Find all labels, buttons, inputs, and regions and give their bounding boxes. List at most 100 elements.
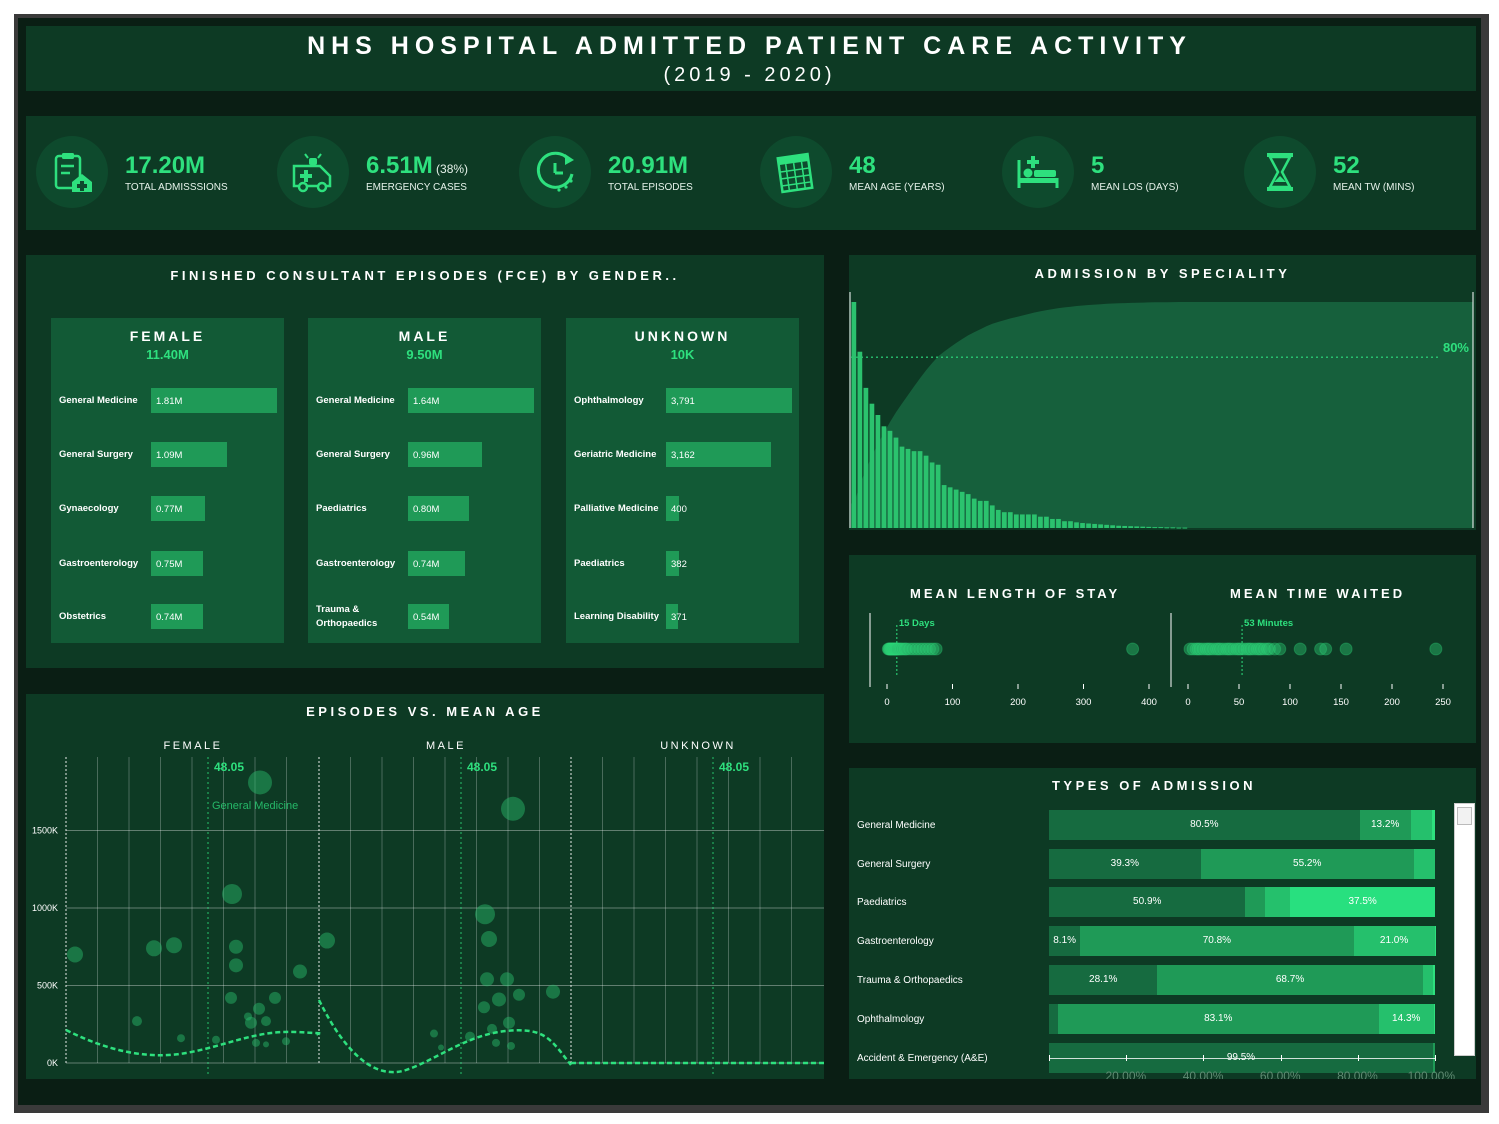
speciality-bar: [983, 500, 989, 528]
speciality-bar: [1134, 526, 1140, 528]
admission-segment: 13.2%: [1359, 810, 1411, 840]
fce-bar-value: 3,162: [671, 449, 695, 461]
scatter-point: [212, 1035, 220, 1044]
los-tick-label: 300: [1076, 697, 1092, 708]
kpi-value: 52: [1333, 152, 1360, 180]
clock-icon: [536, 151, 574, 192]
scrollbar-thumb[interactable]: [1457, 807, 1472, 825]
admission-segment-label: 21.0%: [1379, 935, 1409, 946]
speciality-bar: [1038, 516, 1043, 528]
los-tick-label: 400: [1141, 697, 1157, 708]
speciality-bar: [917, 451, 923, 528]
tw-dot: [1319, 642, 1333, 656]
kpi-icon-circle: [1002, 136, 1074, 208]
scatter-point: [319, 932, 335, 949]
fce-group-unknown: UNKNOWN 10K Ophthalmology 3,791 Geriatric Me…: [566, 318, 799, 643]
speciality-title: ADMISSION BY SPECIALITY: [1034, 266, 1291, 281]
scatter-point: [225, 991, 237, 1004]
scatter-point: [475, 904, 495, 925]
speciality-bar: [989, 505, 995, 528]
reference-label-80: 80%: [1443, 340, 1469, 355]
los-tick-label: 0: [884, 697, 889, 708]
speciality-bar: [935, 464, 941, 528]
fce-row: General Medicine 1.81M: [51, 387, 284, 415]
kpi-value-text: 48: [849, 152, 876, 179]
scatter-point: [67, 946, 83, 963]
los-title: MEAN LENGTH OF STAY: [910, 586, 1121, 601]
speciality-bar: [899, 446, 905, 528]
kpi-icon-circle: [1244, 136, 1316, 208]
y-tick-label: 500K: [37, 981, 58, 991]
tw-tick-label: 150: [1333, 697, 1349, 708]
facet-label: MALE: [426, 740, 466, 752]
admission-segment-label: 37.5%: [1348, 896, 1377, 907]
kpi-icon-circle: [519, 136, 591, 208]
episodes-age-scatter: 1500K1000K500K0KFEMALE48.05MALE48.05UNKN…: [32, 740, 824, 1077]
scatter-point: [261, 1016, 271, 1027]
kpi-value-text: 52: [1333, 152, 1360, 179]
x-axis: [1049, 1058, 1435, 1059]
clipboard-house-icon: [54, 153, 92, 192]
fce-row-label: General Surgery: [316, 449, 390, 460]
speciality-bar: [863, 387, 869, 528]
kpi-value-text: 20.91M: [608, 152, 689, 179]
fce-row-label: Ophthalmology: [574, 395, 644, 406]
fce-group-female: FEMALE 11.40M General Medicine 1.81M General…: [51, 318, 284, 643]
mean-age-label: 48.05: [467, 760, 497, 774]
fce-row-label: Trauma & Orthopaedics: [316, 604, 378, 629]
speciality-bar: [881, 426, 887, 528]
speciality-bar: [1026, 514, 1031, 528]
kpi-card: 5 MEAN LOS (DAYS): [1002, 136, 1232, 212]
tw-tick-label: 250: [1435, 697, 1451, 708]
y-tick-label: 1000K: [32, 903, 58, 913]
fce-bar-value: 1.81M: [156, 395, 183, 407]
admission-segment-label: 39.3%: [1110, 858, 1140, 869]
x-tick: [1049, 1055, 1050, 1061]
speciality-bar: [893, 437, 899, 528]
speciality-bar: [1098, 524, 1103, 528]
admission-types-scrollbar[interactable]: [1454, 803, 1475, 1056]
fce-row-label: General Medicine: [316, 395, 395, 406]
facet-label: UNKNOWN: [660, 740, 736, 752]
speciality-bar: [1182, 527, 1188, 529]
admission-segment: 14.3%: [1378, 1004, 1434, 1034]
scatter-point: [263, 1041, 269, 1048]
speciality-bar: [1140, 526, 1146, 528]
admission-segment: [1245, 887, 1266, 917]
admission-segment-label: 28.1%: [1089, 974, 1118, 985]
fce-row-label: Gastroenterology: [59, 558, 139, 569]
tw-dot: [1429, 642, 1443, 656]
hospital-bed-icon: [1017, 156, 1059, 188]
fce-row-label: Palliative Medicine: [574, 503, 659, 514]
speciality-bar: [1074, 522, 1079, 528]
scatter-point: [513, 988, 525, 1001]
fce-bar-value: 0.75M: [156, 558, 183, 570]
kpi-label: EMERGENCY CASES: [366, 182, 467, 193]
speciality-bar: [1146, 526, 1152, 528]
speciality-bar: [1007, 512, 1013, 528]
x-tick-label: 40.00%: [1182, 1069, 1224, 1079]
kpi-label: TOTAL ADMISSSIONS: [125, 182, 228, 193]
x-tick-label: 100.00%: [1407, 1069, 1455, 1079]
mean-age-label: 48.05: [719, 760, 749, 774]
scatter-point: [166, 937, 182, 954]
scatter-point: [500, 972, 514, 987]
fce-row: Trauma & Orthopaedics 0.54M: [308, 603, 541, 631]
point-annotation: General Medicine: [212, 800, 298, 812]
speciality-bar: [1056, 518, 1061, 528]
scatter-point: [293, 964, 307, 979]
speciality-bar: [1044, 516, 1049, 528]
admission-segment: 68.7%: [1157, 965, 1423, 995]
scatter-point: [546, 984, 560, 999]
speciality-bar: [1110, 525, 1115, 528]
tw-title: MEAN TIME WAITED: [1230, 586, 1406, 601]
speciality-bar: [869, 403, 875, 528]
calendar-icon: [776, 152, 814, 194]
fce-row: General Medicine 1.64M: [308, 387, 541, 415]
admission-segment: 28.1%: [1049, 965, 1158, 995]
los-tick-label: 100: [945, 697, 961, 708]
los-dot: [929, 642, 943, 656]
tw-dot: [1293, 642, 1307, 656]
kpi-icon-circle: [760, 136, 832, 208]
fce-row-label: Obstetrics: [59, 611, 106, 622]
